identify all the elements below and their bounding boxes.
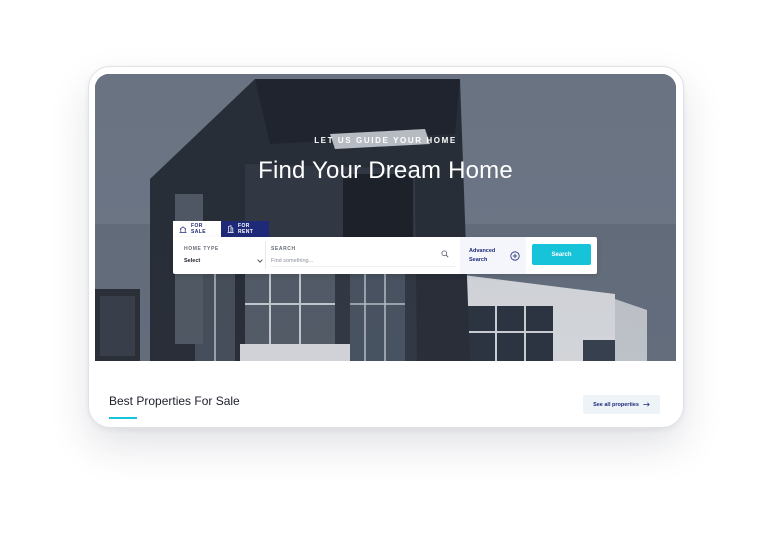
tab-for-rent[interactable]: FOR RENT [221,221,269,237]
advanced-search-toggle[interactable]: Advanced Search [460,237,526,274]
see-all-label: See all properties [593,401,639,408]
tab-for-sale[interactable]: FOR SALE [173,221,221,237]
arrow-right-icon [643,402,650,407]
hero-banner: LET US GUIDE YOUR HOME Find Your Dream H… [95,74,676,361]
hero-overlay [95,74,676,361]
search-icon[interactable] [441,250,449,258]
tab-for-rent-label: FOR RENT [238,223,254,235]
device-frame: LET US GUIDE YOUR HOME Find Your Dream H… [88,66,684,428]
field-divider [265,241,266,269]
search-label: SEARCH [271,246,296,252]
tab-for-sale-label: FOR SALE [191,223,206,235]
advanced-search-label: Advanced Search [469,247,496,263]
property-search-bar: HOME TYPE Select SEARCH Advanced Search [173,237,597,274]
search-input[interactable] [271,256,441,266]
section-title-underline [109,417,137,419]
home-type-label: HOME TYPE [184,246,219,252]
see-all-properties-button[interactable]: See all properties [583,395,660,414]
hero-title: Find Your Dream Home [258,157,513,184]
listing-type-tabs: FOR SALE FOR RENT [173,221,269,237]
hero-eyebrow: LET US GUIDE YOUR HOME [314,136,457,145]
chevron-down-icon [257,259,263,263]
building-icon [227,225,234,233]
search-button[interactable]: Search [532,244,591,265]
section-title: Best Properties For Sale [109,394,240,408]
home-type-value: Select [184,258,201,264]
home-type-dropdown[interactable]: Select [184,256,263,266]
plus-circle-icon [510,250,520,261]
search-underline [271,266,457,267]
house-icon [179,225,187,233]
